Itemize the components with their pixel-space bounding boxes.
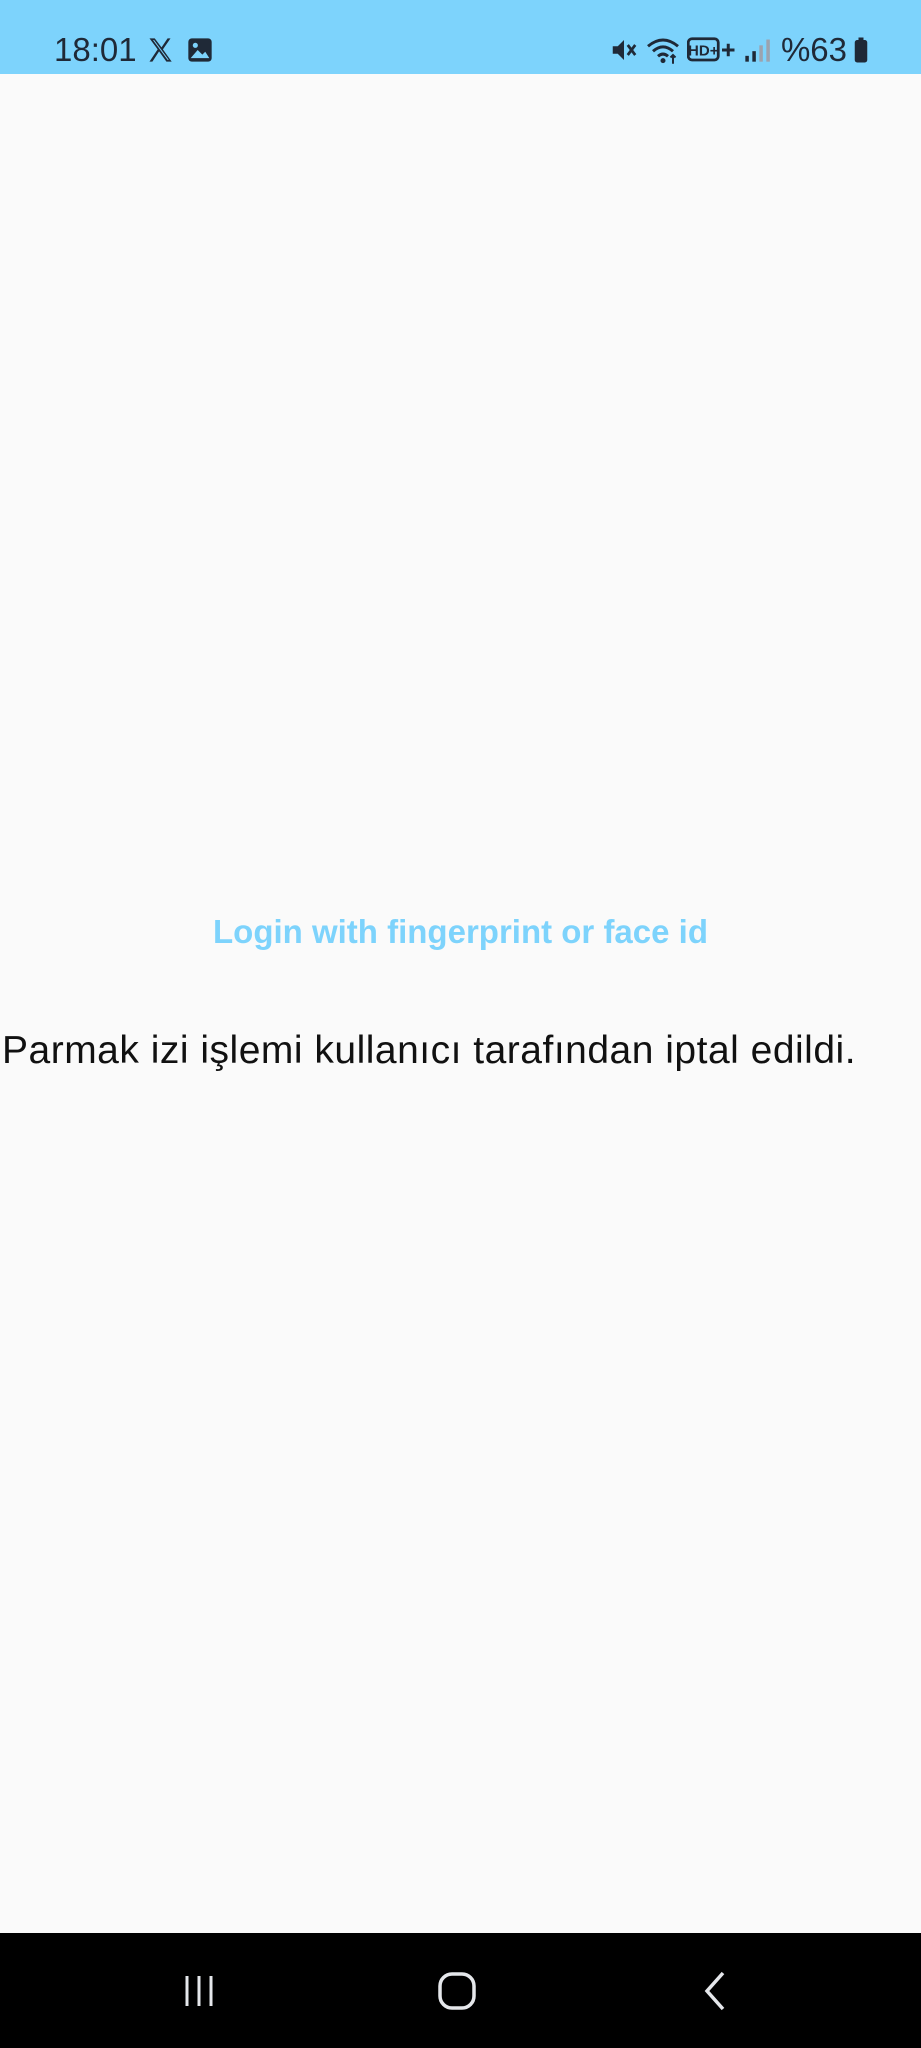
battery-percentage: %63: [780, 31, 847, 68]
hd-plus-icon: HD+: [686, 35, 737, 65]
back-icon: [695, 1969, 735, 2018]
navigation-bar: [0, 1933, 921, 2048]
x-logo-icon: [146, 36, 174, 64]
mute-icon: [609, 35, 639, 65]
battery-icon: [853, 35, 869, 65]
back-button[interactable]: [675, 1963, 755, 2023]
screen: 18:01 HD+ %63 Login with fingerprint or …: [0, 0, 921, 2048]
wifi-icon: [645, 35, 681, 65]
biometric-cancelled-message: Parmak izi işlemi kullanıcı tarafından i…: [2, 1029, 857, 1072]
recent-apps-button[interactable]: [159, 1963, 239, 2023]
recent-apps-icon: [179, 1971, 219, 2016]
gallery-icon: [186, 36, 214, 64]
status-time: 18:01: [54, 31, 137, 68]
signal-icon: [743, 35, 771, 65]
status-left-icons: [146, 36, 214, 64]
status-right-icons: HD+ %63: [609, 30, 869, 70]
status-bar: 18:01 HD+ %63: [0, 0, 921, 74]
login-with-biometrics-link[interactable]: Login with fingerprint or face id: [0, 912, 921, 952]
home-icon: [435, 1969, 479, 2018]
home-button[interactable]: [417, 1963, 497, 2023]
hd-label: HD+: [688, 43, 719, 60]
